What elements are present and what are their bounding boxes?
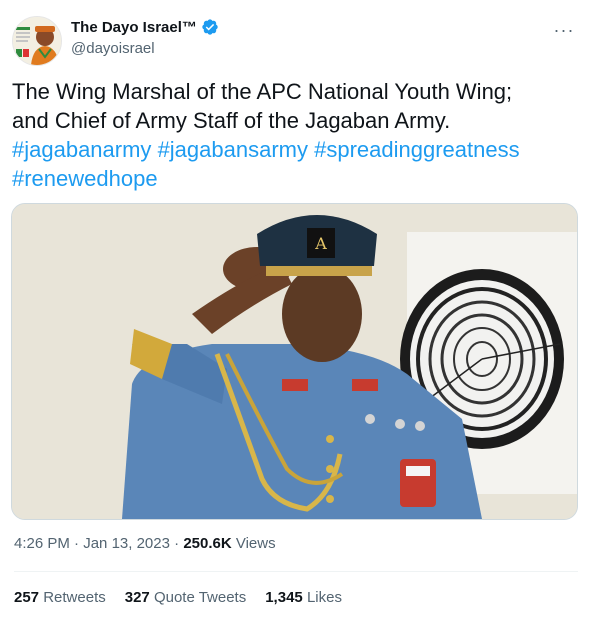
tweet-text-line-1: The Wing Marshal of the APC National You… (12, 79, 513, 104)
cap-badge-text: A (314, 234, 327, 253)
tweet-header: The Dayo Israel™ @dayoisrael ··· (12, 12, 582, 66)
more-options-icon[interactable]: ··· (552, 18, 576, 42)
separator: · (169, 535, 184, 552)
tweet-text-line-2: and Chief of Army Staff of the Jagaban A… (12, 108, 451, 133)
hashtag-link[interactable]: #spreadinggreatness (314, 137, 519, 162)
separator: · (69, 535, 84, 552)
avatar-image (13, 17, 61, 65)
photo-icon: A (12, 204, 577, 519)
hashtag-line-1: #jagabanarmy #jagabansarmy #spreadinggre… (12, 135, 578, 164)
avatar[interactable] (12, 16, 62, 66)
views-count: 250.6K (183, 535, 232, 552)
hashtag-line-2: #renewedhope (12, 164, 578, 193)
likes-count: 1,345 (265, 589, 303, 606)
views-label: Views (231, 535, 276, 552)
quotes-label: Quote Tweets (153, 589, 247, 606)
likes-label: Likes (306, 589, 342, 606)
author-names: The Dayo Israel™ @dayoisrael (71, 16, 219, 57)
tweet-date[interactable]: Jan 13, 2023 (83, 535, 170, 552)
retweets-label: Retweets (43, 589, 106, 606)
tweet-timestamp-row: 4:26 PM · Jan 13, 2023 · 250.6K Views (14, 535, 276, 552)
tweet-time[interactable]: 4:26 PM (14, 535, 70, 552)
quotes-count: 327 (124, 589, 150, 606)
author-handle[interactable]: @dayoisrael (71, 40, 219, 57)
quote-tweets-stat[interactable]: 327 Quote Tweets (125, 589, 246, 606)
display-name-row: The Dayo Israel™ (71, 16, 219, 38)
verified-badge-icon (201, 18, 219, 36)
retweets-stat[interactable]: 257 Retweets (14, 589, 106, 606)
divider (14, 571, 578, 572)
hashtag-link[interactable]: #jagabansarmy (158, 137, 308, 162)
display-name[interactable]: The Dayo Israel™ (71, 19, 197, 36)
retweets-count: 257 (14, 589, 40, 606)
hashtag-link[interactable]: #renewedhope (12, 166, 158, 191)
tweet-card: The Dayo Israel™ @dayoisrael ··· The Win… (0, 0, 592, 622)
engagement-stats: 257 Retweets 327 Quote Tweets 1,345 Like… (14, 589, 342, 606)
tweet-text: The Wing Marshal of the APC National You… (12, 77, 578, 193)
tweet-photo[interactable]: A (11, 203, 578, 520)
likes-stat[interactable]: 1,345 Likes (265, 589, 342, 606)
hashtag-link[interactable]: #jagabanarmy (12, 137, 151, 162)
